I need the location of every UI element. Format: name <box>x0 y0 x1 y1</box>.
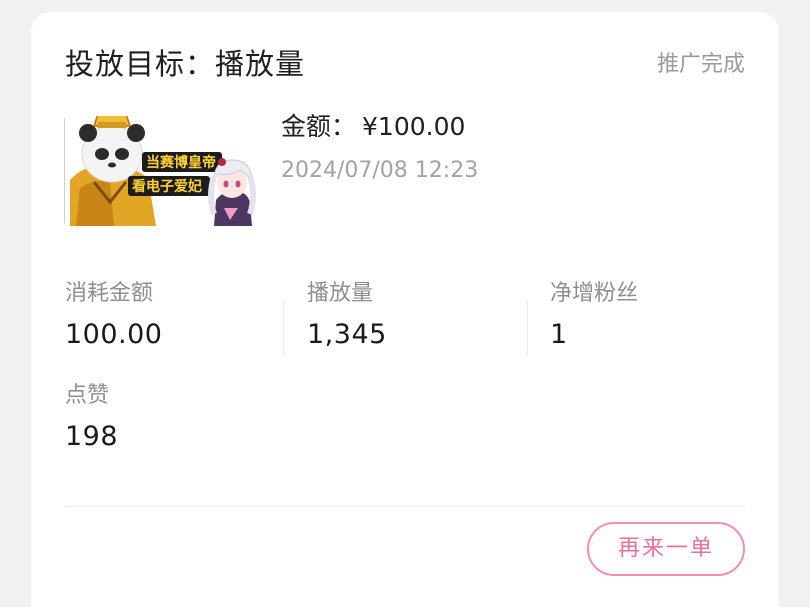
stat-value: 198 <box>65 421 119 452</box>
order-amount: 金额： ¥100.00 <box>281 110 465 144</box>
amount-value: ¥100.00 <box>362 112 466 141</box>
stat-value: 1 <box>550 319 568 350</box>
stat-divider <box>283 300 284 356</box>
stat-new-followers: 净增粉丝 1 <box>550 279 750 352</box>
thumbnail-caption-1: 当赛博皇帝 <box>146 154 216 170</box>
reorder-button[interactable]: 再来一单 <box>587 522 745 576</box>
stat-label: 消耗金额 <box>65 281 154 306</box>
stat-likes: 点赞 198 <box>65 381 265 454</box>
thumbnail-image: 当赛博皇帝 看电子爱妃 <box>64 116 256 226</box>
stat-label: 净增粉丝 <box>550 281 639 306</box>
video-thumbnail[interactable]: 当赛博皇帝 看电子爱妃 <box>64 116 260 226</box>
stat-label: 点赞 <box>65 383 110 408</box>
card-divider <box>65 506 745 507</box>
stat-plays: 播放量 1,345 <box>307 279 507 352</box>
stat-value: 1,345 <box>307 319 387 350</box>
order-card: 投放目标：播放量 推广完成 当赛博皇帝 看电子爱妃 金额： ¥100.00 20… <box>31 12 779 607</box>
stat-label: 播放量 <box>307 281 374 306</box>
thumbnail-caption-2: 看电子爱妃 <box>131 178 202 194</box>
stat-spend: 消耗金额 100.00 <box>65 279 265 352</box>
stat-value: 100.00 <box>65 319 163 350</box>
order-status: 推广完成 <box>656 52 745 77</box>
order-title: 投放目标：播放量 <box>65 47 306 81</box>
order-datetime: 2024/07/08 12:23 <box>281 158 479 183</box>
amount-label: 金额： <box>281 112 357 141</box>
stat-divider <box>527 300 528 356</box>
